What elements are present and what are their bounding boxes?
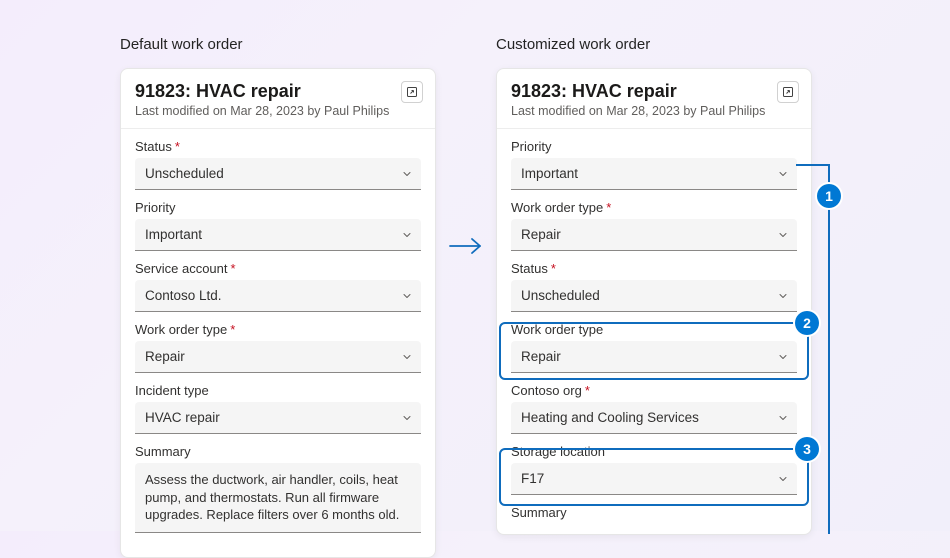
required-asterisk: *: [231, 261, 236, 276]
field-label: Summary: [135, 444, 421, 459]
field-label: Storage location: [511, 444, 797, 459]
form-field-summary: Summary: [511, 505, 797, 520]
required-asterisk: *: [606, 200, 611, 215]
arrow-icon: [436, 36, 496, 256]
form-field: Contoso org* Heating and Cooling Services: [511, 383, 797, 434]
field-label: Work order type: [511, 322, 797, 337]
field-label: Service account*: [135, 261, 421, 276]
select-input[interactable]: Repair: [135, 341, 421, 373]
form-field: Incident type HVAC repair: [135, 383, 421, 434]
chevron-down-icon: [401, 168, 413, 180]
form-field: Priority Important: [135, 200, 421, 251]
field-label: Status*: [511, 261, 797, 276]
default-work-order-column: Default work order 91823: HVAC repair La…: [120, 36, 436, 558]
customized-card-body: PriorityImportantWork order type*RepairS…: [497, 129, 811, 534]
required-asterisk: *: [175, 139, 180, 154]
callout-rail-top: [796, 164, 830, 166]
customized-work-order-column: Customized work order 91823: HVAC repair…: [496, 36, 812, 535]
left-heading: Default work order: [120, 36, 436, 58]
form-field: Service account* Contoso Ltd.: [135, 261, 421, 312]
field-label: Status*: [135, 139, 421, 154]
select-input[interactable]: Contoso Ltd.: [135, 280, 421, 312]
card-subtitle: Last modified on Mar 28, 2023 by Paul Ph…: [511, 104, 797, 118]
form-field: Status* Unscheduled: [511, 261, 797, 312]
chevron-down-icon: [777, 168, 789, 180]
select-input[interactable]: Repair: [511, 219, 797, 251]
default-card-header: 91823: HVAC repair Last modified on Mar …: [121, 69, 435, 129]
required-asterisk: *: [230, 322, 235, 337]
chevron-down-icon: [401, 229, 413, 241]
chevron-down-icon: [401, 351, 413, 363]
chevron-down-icon: [777, 351, 789, 363]
customized-card-header: 91823: HVAC repair Last modified on Mar …: [497, 69, 811, 129]
chevron-down-icon: [401, 412, 413, 424]
right-heading: Customized work order: [496, 36, 812, 58]
required-asterisk: *: [551, 261, 556, 276]
chevron-down-icon: [401, 290, 413, 302]
form-field: Status* Unscheduled: [135, 139, 421, 190]
field-label: Work order type*: [135, 322, 421, 337]
select-input[interactable]: HVAC repair: [135, 402, 421, 434]
callout-badge-2: 2: [795, 311, 819, 335]
field-label: Work order type*: [511, 200, 797, 215]
default-card-body: Status* Unscheduled Priority Important Servi…: [121, 129, 435, 557]
field-label: Summary: [511, 505, 797, 520]
select-input[interactable]: Important: [135, 219, 421, 251]
callout-badge-3: 3: [795, 437, 819, 461]
select-input[interactable]: Heating and Cooling Services: [511, 402, 797, 434]
chevron-down-icon: [777, 229, 789, 241]
select-input[interactable]: Important: [511, 158, 797, 190]
form-field: Work order type* Repair: [135, 322, 421, 373]
form-field: Priority Important: [511, 139, 797, 190]
card-title: 91823: HVAC repair: [511, 81, 797, 102]
card-title: 91823: HVAC repair: [135, 81, 421, 102]
field-label: Priority: [135, 200, 421, 215]
card-subtitle: Last modified on Mar 28, 2023 by Paul Ph…: [135, 104, 421, 118]
customized-card: 91823: HVAC repair Last modified on Mar …: [496, 68, 812, 535]
form-field: Storage location F17: [511, 444, 797, 495]
form-field: Work order type* Repair: [511, 200, 797, 251]
chevron-down-icon: [777, 473, 789, 485]
required-asterisk: *: [585, 383, 590, 398]
callout-badge-1: 1: [817, 184, 841, 208]
chevron-down-icon: [777, 412, 789, 424]
select-input[interactable]: Repair: [511, 341, 797, 373]
summary-textarea[interactable]: Assess the ductwork, air handler, coils,…: [135, 463, 421, 533]
popout-icon[interactable]: [401, 81, 423, 103]
field-label: Contoso org*: [511, 383, 797, 398]
popout-icon[interactable]: [777, 81, 799, 103]
field-label: Incident type: [135, 383, 421, 398]
callout-rail: [828, 164, 830, 534]
form-field-summary: Summary Assess the ductwork, air handler,…: [135, 444, 421, 533]
select-input[interactable]: Unscheduled: [135, 158, 421, 190]
default-card: 91823: HVAC repair Last modified on Mar …: [120, 68, 436, 558]
field-label: Priority: [511, 139, 797, 154]
form-field: Work order type Repair: [511, 322, 797, 373]
select-input[interactable]: Unscheduled: [511, 280, 797, 312]
select-input[interactable]: F17: [511, 463, 797, 495]
chevron-down-icon: [777, 290, 789, 302]
